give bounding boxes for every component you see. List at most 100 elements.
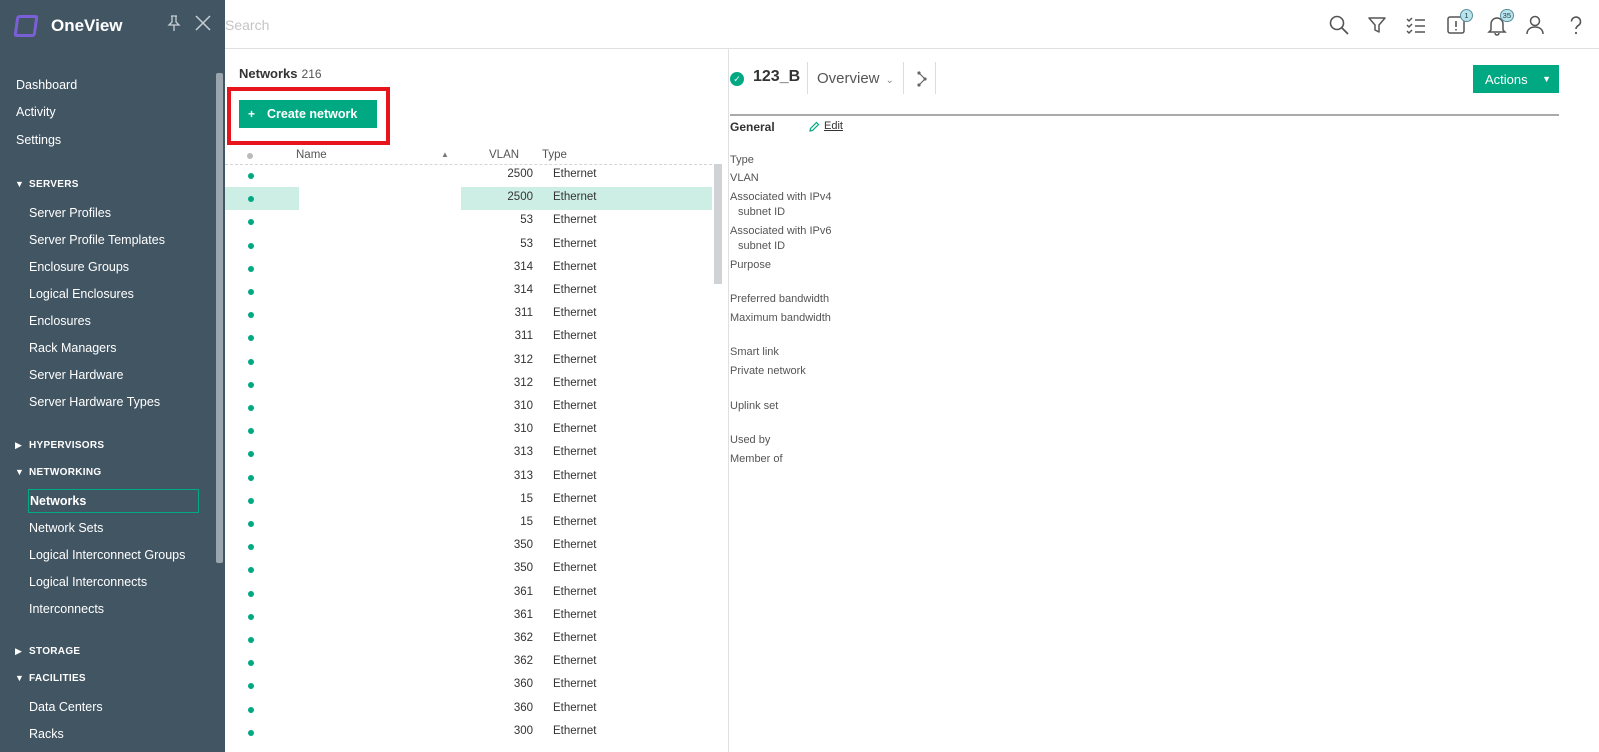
- status-ok-dot-icon: [248, 405, 254, 411]
- section-hypervisors[interactable]: ▶ HYPERVISORS: [15, 437, 104, 453]
- create-network-button[interactable]: + Create network: [239, 100, 377, 128]
- nav-server-profiles[interactable]: Server Profiles: [29, 204, 111, 222]
- nav-enclosures[interactable]: Enclosures: [29, 312, 91, 330]
- nav-enclosure-groups[interactable]: Enclosure Groups: [29, 258, 129, 276]
- table-row[interactable]: 350 Ethernet: [225, 535, 712, 558]
- nav-interconnects[interactable]: Interconnects: [29, 600, 104, 618]
- table-row[interactable]: 314 Ethernet: [225, 280, 712, 303]
- status-ok-dot-icon: [248, 706, 254, 713]
- brand[interactable]: OneView: [13, 14, 123, 38]
- nav-network-sets[interactable]: Network Sets: [29, 519, 103, 537]
- row-vlan: 313: [513, 446, 533, 459]
- table-row[interactable]: 362 Ethernet: [225, 651, 712, 674]
- section-networking[interactable]: ▼ NETWORKING: [15, 464, 101, 480]
- list-scrollbar[interactable]: [714, 164, 722, 284]
- table-row[interactable]: 15 Ethernet: [225, 489, 712, 512]
- actions-button[interactable]: Actions ▼: [1473, 65, 1559, 93]
- divider: [903, 62, 904, 94]
- alert-count-badge: 1: [1460, 9, 1473, 22]
- section-facilities[interactable]: ▼ FACILITIES: [15, 670, 86, 686]
- table-row[interactable]: 53 Ethernet: [225, 210, 712, 233]
- row-vlan: 53: [520, 237, 533, 250]
- table-row[interactable]: 360 Ethernet: [225, 674, 712, 697]
- table-row[interactable]: 362 Ethernet: [225, 628, 712, 651]
- nav-networks[interactable]: Networks: [28, 489, 199, 513]
- row-type: Ethernet: [553, 632, 597, 644]
- sort-ascending-icon[interactable]: ▲: [441, 150, 449, 159]
- network-detail-panel: ✓ 123_B Overview ⌄ Actions ▼ General Edit …: [730, 49, 1599, 752]
- brand-name: OneView: [51, 16, 123, 35]
- vlan-column-header[interactable]: VLAN: [489, 149, 519, 161]
- help-icon[interactable]: [1565, 14, 1587, 36]
- type-column-header[interactable]: Type: [542, 149, 567, 161]
- table-row[interactable]: 2500 Ethernet: [225, 187, 712, 211]
- nav-dashboard[interactable]: Dashboard: [16, 76, 77, 94]
- row-type: Ethernet: [553, 260, 597, 273]
- nav-server-hardware-types[interactable]: Server Hardware Types: [29, 393, 160, 411]
- name-column-header[interactable]: Name: [296, 149, 327, 161]
- status-ok-dot-icon: [248, 567, 254, 574]
- section-general-title: General: [730, 120, 775, 134]
- table-row[interactable]: 311 Ethernet: [225, 326, 712, 349]
- nav-logical-interconnect-groups[interactable]: Logical Interconnect Groups: [29, 546, 185, 564]
- nav-activity[interactable]: Activity: [16, 103, 56, 121]
- field-used-by-label: Used by: [730, 434, 771, 446]
- row-type: Ethernet: [553, 353, 597, 366]
- table-row[interactable]: 310 Ethernet: [225, 419, 712, 442]
- sidebar: OneView Dashboard Activity Settings ▼ SER…: [0, 0, 225, 752]
- table-row[interactable]: 15 Ethernet: [225, 512, 712, 535]
- table-row[interactable]: 312 Ethernet: [225, 373, 712, 396]
- divider: [935, 62, 936, 94]
- nav-rack-managers[interactable]: Rack Managers: [29, 339, 117, 357]
- table-row[interactable]: 314 Ethernet: [225, 257, 712, 280]
- table-row[interactable]: 311 Ethernet: [225, 303, 712, 326]
- sidebar-scrollbar[interactable]: [216, 73, 223, 563]
- row-vlan: 310: [513, 423, 533, 436]
- map-view-icon[interactable]: [916, 70, 928, 88]
- status-column-header-icon[interactable]: [247, 153, 253, 159]
- table-row[interactable]: 350 Ethernet: [225, 558, 712, 581]
- table-row[interactable]: 53 Ethernet: [225, 234, 712, 257]
- filter-icon[interactable]: [1366, 14, 1388, 36]
- table-row[interactable]: 361 Ethernet: [225, 605, 712, 628]
- row-vlan: 312: [513, 376, 533, 389]
- table-row[interactable]: 361 Ethernet: [225, 582, 712, 605]
- row-vlan: 361: [513, 608, 533, 621]
- search-input[interactable]: [225, 13, 725, 37]
- table-row[interactable]: 313 Ethernet: [225, 442, 712, 465]
- user-icon[interactable]: [1524, 14, 1546, 36]
- row-vlan: 350: [513, 539, 533, 552]
- networks-list-panel: Networks 216 + Create network Name ▲ VLAN …: [225, 49, 729, 752]
- status-ok-dot-icon: [248, 660, 254, 667]
- status-ok-dot-icon: [248, 265, 254, 272]
- edit-link[interactable]: Edit: [824, 120, 843, 132]
- bell-icon[interactable]: 35: [1486, 9, 1514, 36]
- pin-icon[interactable]: [166, 15, 182, 33]
- row-vlan: 310: [513, 400, 533, 412]
- alert-icon[interactable]: 1: [1445, 9, 1473, 36]
- section-storage[interactable]: ▶ STORAGE: [15, 643, 80, 659]
- table-row[interactable]: 2500 Ethernet: [225, 164, 712, 187]
- table-row[interactable]: 300 Ethernet: [225, 721, 712, 744]
- table-row[interactable]: 310 Ethernet: [225, 396, 712, 419]
- search-icon[interactable]: [1328, 14, 1350, 36]
- nav-logical-interconnects[interactable]: Logical Interconnects: [29, 573, 147, 591]
- nav-data-centers[interactable]: Data Centers: [29, 698, 103, 716]
- table-row[interactable]: 313 Ethernet: [225, 466, 712, 489]
- table-row[interactable]: 312 Ethernet: [225, 350, 712, 373]
- row-type: Ethernet: [553, 191, 597, 204]
- nav-server-hardware[interactable]: Server Hardware: [29, 366, 123, 384]
- close-icon[interactable]: [193, 14, 213, 34]
- table-row[interactable]: 360 Ethernet: [225, 698, 712, 721]
- nav-server-profile-templates[interactable]: Server Profile Templates: [29, 231, 165, 249]
- nav-settings[interactable]: Settings: [16, 131, 61, 149]
- chevron-down-icon: ⌄: [885, 75, 894, 86]
- pencil-icon[interactable]: [808, 120, 820, 132]
- task-list-icon[interactable]: [1405, 14, 1427, 36]
- nav-logical-enclosures[interactable]: Logical Enclosures: [29, 285, 134, 303]
- view-selector[interactable]: Overview ⌄: [817, 70, 894, 87]
- field-ipv6-label: Associated with IPv6 subnet ID: [730, 225, 832, 252]
- nav-racks[interactable]: Racks: [29, 725, 64, 743]
- section-servers[interactable]: ▼ SERVERS: [15, 176, 79, 192]
- row-type: Ethernet: [553, 376, 597, 389]
